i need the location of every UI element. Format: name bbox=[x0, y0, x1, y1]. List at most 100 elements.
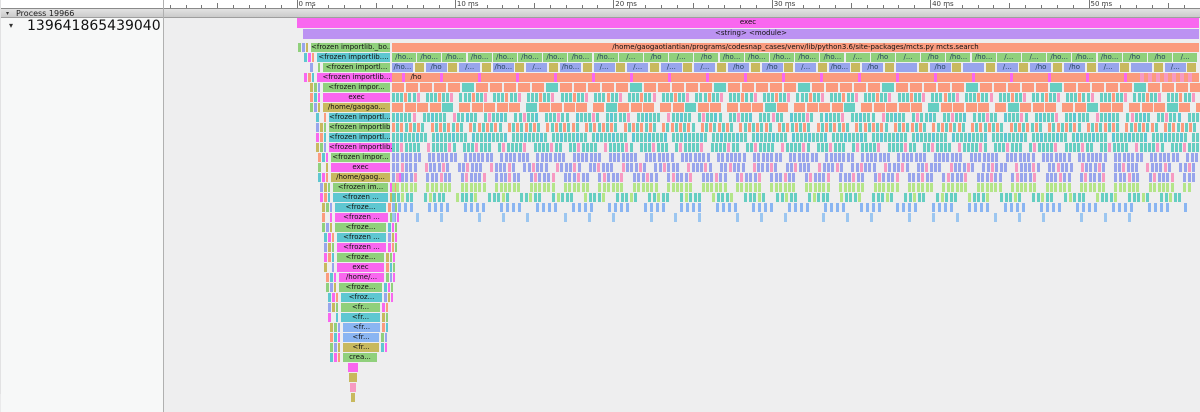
flame-slice[interactable] bbox=[421, 123, 425, 132]
flame-slice[interactable] bbox=[546, 143, 550, 152]
flame-slice[interactable] bbox=[994, 83, 1006, 92]
flame-slice[interactable] bbox=[671, 183, 675, 192]
flame-slice[interactable] bbox=[392, 203, 395, 212]
flame-slice[interactable] bbox=[608, 143, 612, 152]
flame-slice[interactable] bbox=[844, 103, 856, 112]
flame-slice[interactable] bbox=[1162, 183, 1165, 192]
flame-slice[interactable] bbox=[469, 183, 473, 192]
flame-slice[interactable] bbox=[1032, 163, 1036, 172]
flame-slice[interactable] bbox=[471, 103, 483, 112]
flame-slice[interactable] bbox=[814, 153, 818, 162]
flame-slice[interactable] bbox=[480, 133, 483, 142]
flame-slice[interactable] bbox=[533, 193, 537, 202]
flame-slice[interactable] bbox=[852, 173, 856, 182]
flame-slice[interactable] bbox=[721, 123, 725, 132]
flame-slice[interactable] bbox=[320, 183, 323, 192]
flame-slice[interactable] bbox=[593, 193, 597, 202]
flame-slice[interactable] bbox=[1099, 93, 1103, 102]
flame-slice[interactable] bbox=[547, 183, 551, 192]
flame-slice[interactable] bbox=[386, 263, 389, 272]
flame-slice[interactable] bbox=[606, 93, 610, 102]
flame-slice[interactable] bbox=[908, 173, 911, 182]
flame-slice[interactable] bbox=[856, 143, 860, 152]
flame-slice[interactable] bbox=[836, 203, 839, 212]
flame-slice[interactable] bbox=[1004, 193, 1008, 202]
flame-slice[interactable] bbox=[536, 133, 539, 142]
flame-slice[interactable] bbox=[563, 103, 575, 112]
flame-slice[interactable] bbox=[840, 133, 843, 142]
flame-slice[interactable] bbox=[1187, 143, 1191, 152]
flame-slice[interactable] bbox=[483, 113, 487, 122]
flame-slice[interactable] bbox=[462, 83, 474, 92]
flame-slice[interactable] bbox=[998, 173, 1002, 182]
flame-slice[interactable] bbox=[864, 143, 868, 152]
flame-slice[interactable] bbox=[742, 153, 746, 162]
flame-slice[interactable] bbox=[1067, 183, 1071, 192]
flame-slice[interactable] bbox=[330, 273, 333, 282]
flame-slice[interactable] bbox=[732, 133, 735, 142]
flame-slice[interactable] bbox=[794, 123, 798, 132]
flame-slice[interactable] bbox=[995, 163, 999, 172]
flame-slice[interactable] bbox=[496, 103, 508, 112]
flame-slice[interactable] bbox=[646, 173, 649, 182]
flame-slice[interactable] bbox=[1118, 153, 1122, 162]
flame-slice[interactable] bbox=[964, 183, 968, 192]
flame-slice[interactable] bbox=[479, 163, 483, 172]
flame-slice[interactable] bbox=[304, 73, 307, 82]
flame-slice[interactable] bbox=[1003, 163, 1007, 172]
flame-slice[interactable] bbox=[852, 143, 856, 152]
flame-slice[interactable] bbox=[1032, 103, 1044, 112]
flame-slice[interactable] bbox=[1132, 193, 1136, 202]
flame-slice[interactable] bbox=[888, 93, 892, 102]
flame-slice[interactable] bbox=[1006, 143, 1010, 152]
flame-slice[interactable] bbox=[592, 133, 595, 142]
flame-slice[interactable] bbox=[544, 133, 547, 142]
flame-slice[interactable] bbox=[944, 143, 947, 152]
flame-slice[interactable] bbox=[1179, 163, 1183, 172]
flame-slice[interactable] bbox=[648, 93, 652, 102]
flame-slice[interactable] bbox=[1196, 143, 1199, 152]
flame-slice[interactable] bbox=[517, 153, 521, 162]
flame-slice[interactable] bbox=[1189, 123, 1193, 132]
flame-slice[interactable] bbox=[848, 173, 851, 182]
flame-slice[interactable] bbox=[876, 123, 880, 132]
flame-slice[interactable] bbox=[744, 73, 747, 82]
flame-slice[interactable] bbox=[929, 163, 933, 172]
flame-slice[interactable] bbox=[820, 73, 823, 82]
flame-slice[interactable] bbox=[1114, 183, 1118, 192]
flame-slice[interactable] bbox=[710, 173, 714, 182]
flame-slice[interactable] bbox=[1160, 143, 1164, 152]
flame-slice[interactable] bbox=[955, 173, 959, 182]
flame-slice[interactable] bbox=[1100, 193, 1104, 202]
flame-slice[interactable] bbox=[880, 123, 884, 132]
flame-slice[interactable] bbox=[739, 103, 751, 112]
flame-slice[interactable] bbox=[1063, 173, 1067, 182]
flame-slice[interactable] bbox=[393, 263, 395, 272]
flame-slice[interactable] bbox=[1048, 133, 1051, 142]
flame-slice[interactable] bbox=[940, 103, 952, 112]
flame-slice[interactable] bbox=[682, 93, 686, 102]
flame-slice[interactable] bbox=[934, 73, 937, 82]
flame-slice[interactable] bbox=[955, 153, 958, 162]
flame-slice[interactable] bbox=[503, 163, 507, 172]
flame-slice[interactable] bbox=[526, 93, 530, 102]
flame-slice[interactable] bbox=[554, 143, 558, 152]
flame-slice[interactable] bbox=[1192, 163, 1196, 172]
flame-slice[interactable] bbox=[1033, 183, 1037, 192]
flame-slice[interactable] bbox=[310, 93, 313, 102]
flame-slice[interactable] bbox=[880, 93, 884, 102]
flame-slice[interactable] bbox=[908, 183, 911, 192]
flame-slice[interactable] bbox=[644, 133, 647, 142]
flame-slice[interactable] bbox=[706, 173, 709, 182]
flame-slice[interactable] bbox=[404, 103, 416, 112]
flame-slice[interactable]: /ho bbox=[425, 63, 447, 72]
flame-slice[interactable] bbox=[985, 173, 989, 182]
flame-slice[interactable] bbox=[570, 193, 574, 202]
flame-slice[interactable] bbox=[1040, 133, 1043, 142]
flame-slice[interactable] bbox=[785, 143, 789, 152]
flame-slice[interactable] bbox=[444, 173, 447, 182]
flame-slice[interactable] bbox=[680, 173, 684, 182]
flame-slice[interactable] bbox=[656, 133, 659, 142]
flame-slice[interactable] bbox=[496, 113, 500, 122]
flame-slice[interactable] bbox=[433, 163, 437, 172]
